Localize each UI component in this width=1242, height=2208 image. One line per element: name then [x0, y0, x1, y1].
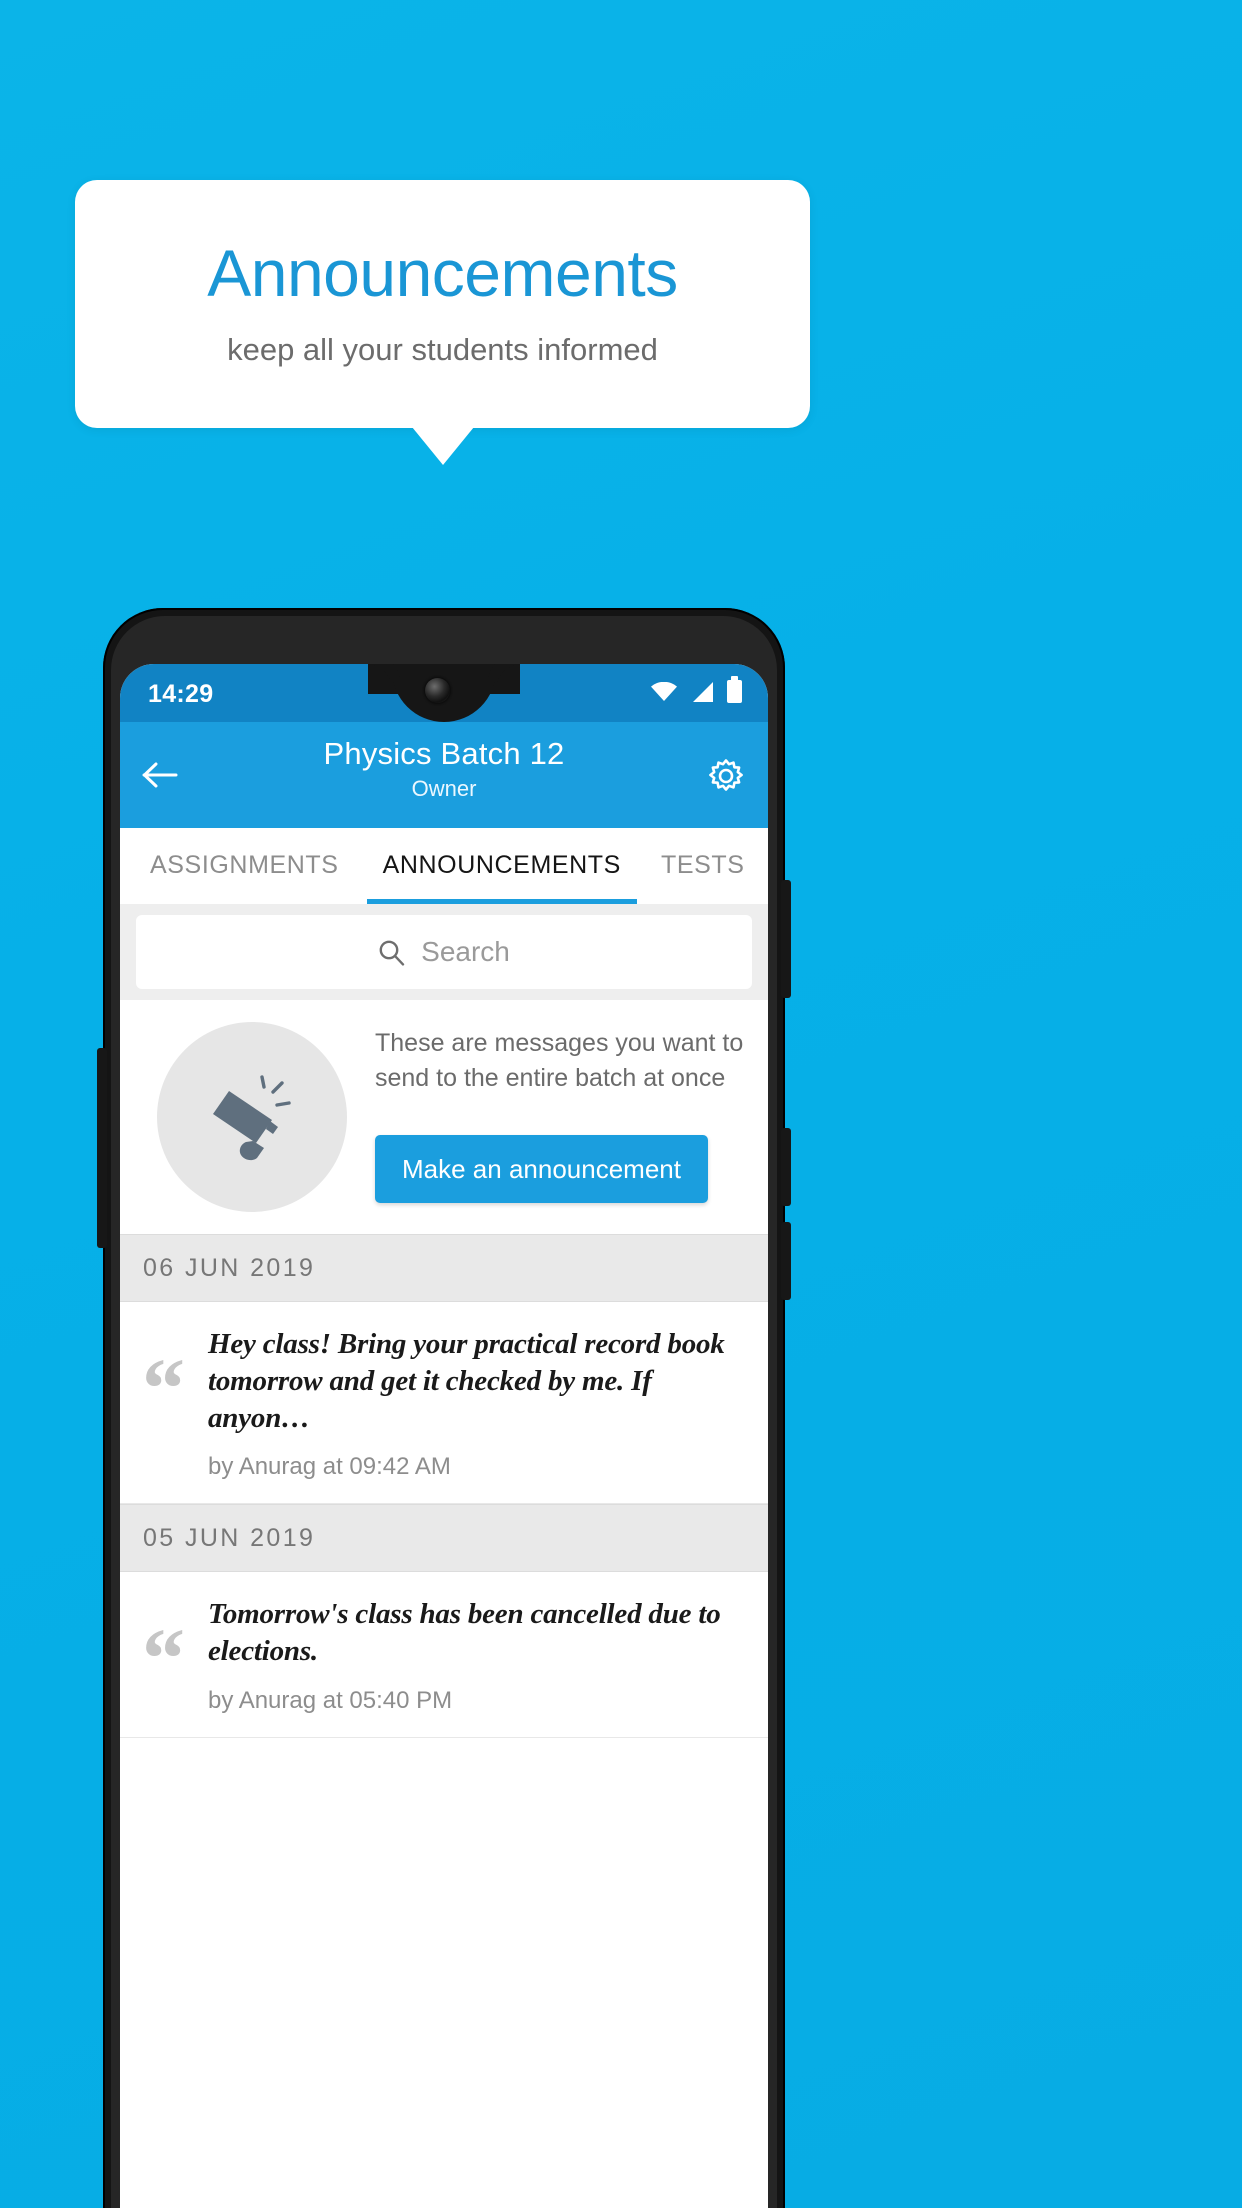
search-zone: Search — [120, 904, 768, 1000]
announcement-body: Hey class! Bring your practical record b… — [208, 1326, 746, 1481]
announcement-row[interactable]: “ Tomorrow's class has been cancelled du… — [120, 1572, 768, 1738]
left-side-button[interactable] — [97, 1048, 107, 1248]
phone-screen: 14:29 Physics Batch 12 Owner ASSIGNMENTS… — [120, 664, 768, 2208]
phone-mockup: 14:29 Physics Batch 12 Owner ASSIGNMENTS… — [97, 608, 791, 2208]
callout-card: Announcements keep all your students inf… — [75, 180, 810, 428]
megaphone-circle — [157, 1022, 347, 1212]
promo-description: These are messages you want to send to t… — [375, 1029, 744, 1092]
announcement-promo: These are messages you want to send to t… — [120, 1000, 768, 1234]
announcement-meta: by Anurag at 09:42 AM — [208, 1453, 451, 1481]
callout-tail — [412, 427, 474, 465]
batch-role: Owner — [411, 776, 477, 801]
page-subtitle: keep all your students informed — [227, 332, 658, 367]
search-placeholder: Search — [421, 936, 510, 967]
volume-down-button[interactable] — [781, 1222, 791, 1300]
announcement-row[interactable]: “ Hey class! Bring your practical record… — [120, 1302, 768, 1505]
announcement-list: 06 JUN 2019 “ Hey class! Bring your prac… — [120, 1234, 768, 1738]
quote-mark-icon: “ — [142, 1610, 185, 1707]
battery-icon — [727, 676, 742, 703]
status-bar: 14:29 — [120, 664, 768, 722]
announcement-meta: by Anurag at 05:40 PM — [208, 1686, 453, 1714]
announcement-text: Hey class! Bring your practical record b… — [208, 1328, 725, 1435]
date-header: 06 JUN 2019 — [120, 1234, 768, 1302]
search-input[interactable]: Search — [136, 915, 752, 989]
batch-title: Physics Batch 12 — [323, 736, 565, 771]
quote-mark-icon: “ — [142, 1340, 185, 1436]
tab-assignments[interactable]: ASSIGNMENTS — [150, 851, 339, 882]
search-icon — [379, 940, 405, 966]
tab-announcements[interactable]: ANNOUNCEMENTS — [366, 851, 638, 904]
app-bar: Physics Batch 12 Owner — [120, 722, 768, 828]
volume-up-button[interactable] — [781, 1128, 791, 1206]
megaphone-icon — [213, 1075, 291, 1161]
status-icons — [651, 676, 742, 703]
page-title: Announcements — [207, 236, 678, 310]
status-time: 14:29 — [148, 680, 214, 708]
app-store-promo-screenshot: Announcements keep all your students inf… — [0, 0, 1242, 2208]
date-header: 05 JUN 2019 — [120, 1504, 768, 1573]
gear-icon[interactable] — [706, 756, 746, 796]
power-button[interactable] — [781, 880, 791, 998]
announcement-body: Tomorrow's class has been cancelled due … — [208, 1596, 746, 1714]
announcement-text: Tomorrow's class has been cancelled due … — [208, 1598, 721, 1668]
tab-bar: ASSIGNMENTS ANNOUNCEMENTS TESTS V — [120, 828, 768, 904]
wifi-icon — [651, 682, 677, 701]
make-announcement-button[interactable]: Make an announcement — [375, 1135, 708, 1203]
tab-tests[interactable]: TESTS — [661, 851, 745, 882]
cellular-signal-icon — [693, 681, 713, 702]
